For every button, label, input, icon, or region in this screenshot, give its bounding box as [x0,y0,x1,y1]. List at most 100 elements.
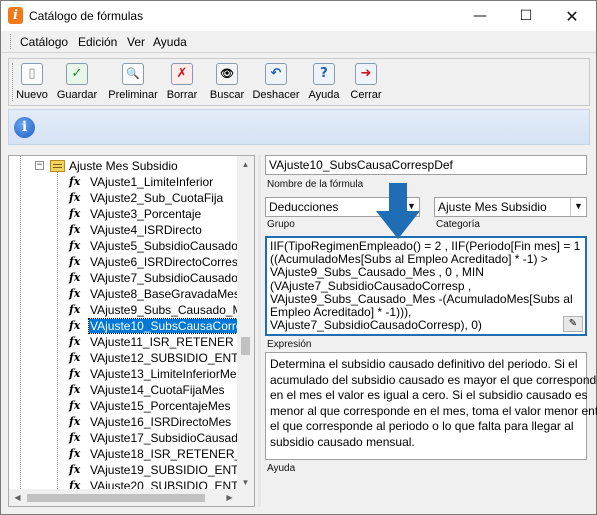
info-bar: i [8,109,590,145]
formula-fx-icon: fx [69,399,81,412]
formula-fx-icon: fx [69,207,81,220]
save-button-label: Guardar [56,89,98,101]
panel-splitter[interactable] [258,155,261,507]
expression-line: VAjuste7_SubsidioCausadoCorresp), 0) [270,319,482,333]
tree-category-label: Ajuste Mes Subsidio [69,159,178,173]
tree-formula-label: VAjuste12_SUBSIDIO_ENTREG [90,351,238,365]
undo-button-label: Deshacer [252,89,300,101]
tree-formula-label: VAjuste10_SubsCausaCorrespD [88,318,238,334]
formula-fx-icon: fx [69,463,81,476]
close-window-button[interactable]: ✕ [549,1,595,31]
undo-button[interactable]: ↶ Deshacer [251,63,301,105]
formula-fx-icon: fx [69,175,81,188]
menu-bar: Catálogo Edición Ver Ayuda [1,31,596,53]
exit-door-icon: ➜ [355,63,377,85]
scroll-right-icon[interactable]: ▶ [221,489,238,506]
formula-fx-icon: fx [69,223,81,236]
tree-formula-label: VAjuste3_Porcentaje [90,207,202,221]
formula-name-caption: Nombre de la fórmula [267,179,364,190]
catalog-window: i Catálogo de fórmulas — ☐ ✕ Catálogo Ed… [0,0,597,515]
tree-formula-label: VAjuste2_Sub_CuotaFija [90,191,224,205]
description-line: en el mes el valor es igual a cero. Si e… [270,388,588,402]
group-caption: Grupo [267,219,295,230]
window-title: Catálogo de fórmulas [29,9,144,23]
tree-formula-label: VAjuste7_SubsidioCausadoCorres [90,271,238,285]
category-select[interactable]: Ajuste Mes Subsidio ▼ [434,197,587,217]
tree-formula-label: VAjuste6_ISRDirectoCorresp [90,255,238,269]
expression-line: (VAjuste7_SubsidioCausadoCorresp , [270,279,472,293]
search-button-label: Buscar [209,89,245,101]
maximize-button[interactable]: ☐ [503,1,549,31]
annotation-arrow-icon [376,183,420,239]
tree-formula-label: VAjuste1_LimiteInferior [90,175,214,189]
formula-fx-icon: fx [69,287,81,300]
expression-builder-icon[interactable]: ✎ [563,316,583,332]
minimize-button[interactable]: — [457,1,503,31]
search-button[interactable]: 👁 Buscar [207,63,247,105]
help-caption: Ayuda [267,463,296,474]
menu-catalogo[interactable]: Catálogo [20,35,68,49]
undo-icon: ↶ [265,63,287,85]
description-line: subsidio causado mensual. [270,434,415,449]
scroll-up-icon[interactable]: ▲ [237,156,254,173]
menu-edicion[interactable]: Edición [78,35,117,49]
tree-formula-label: VAjuste17_SubsidioCausadoMes [90,431,238,445]
preview-button-label: Preliminar [108,89,158,101]
expression-editor[interactable]: IIF(TipoRegimenEmpleado() = 2 , IIF(Peri… [265,236,587,336]
tree-formula-label: VAjuste14_CuotaFijaMes [90,383,225,397]
tree-formula-label: VAjuste18_ISR_RETENER_ME [90,447,238,461]
formula-fx-icon: fx [69,255,81,268]
scroll-left-icon[interactable]: ◀ [9,489,26,506]
delete-button[interactable]: ✗ Borrar [164,63,200,105]
formula-name-field[interactable]: VAjuste10_SubsCausaCorrespDef [265,155,587,175]
formula-fx-icon: fx [69,303,81,316]
help-button[interactable]: ? Ayuda [306,63,342,105]
tree-formula-label: VAjuste16_ISRDirectoMes [90,415,232,429]
menu-ayuda[interactable]: Ayuda [153,35,187,49]
scroll-thumb[interactable] [241,337,250,355]
collapse-toggle[interactable]: − [35,161,44,170]
close-button-label: Cerrar [350,89,382,101]
formula-tree[interactable]: − Ajuste Mes Subsidio fx VAjuste1_LimiteI… [8,155,255,507]
toolbar: ▯ Nuevo ✓ Guardar 🔍 Preliminar ✗ Borrar … [8,58,590,106]
help-description-box[interactable]: Determina el subsidio causado definitivo… [265,352,597,460]
binoculars-icon: 👁 [216,63,238,85]
category-select-value: Ajuste Mes Subsidio [438,200,547,214]
save-button[interactable]: ✓ Guardar [55,63,99,105]
expression-line: VAjuste9_Subs_Causado_Mes , 0 , MIN [270,266,484,280]
group-select-value: Deducciones [269,200,339,214]
tree-formula-label: VAjuste9_Subs_Causado_Mes [90,303,238,317]
menu-grip [10,34,13,49]
tree-guide-line [20,156,21,491]
formula-fx-icon: fx [69,415,81,428]
tree-guide-line [57,172,58,491]
formula-fx-icon: fx [69,271,81,284]
scroll-thumb-horizontal[interactable] [27,494,205,502]
formula-fx-icon: fx [69,383,81,396]
expression-line: ((AcumuladoMes[Subs al Empleo Acreditado… [270,253,548,267]
formula-fx-icon: fx [69,319,81,332]
preview-button[interactable]: 🔍 Preliminar [107,63,159,105]
tree-vertical-scrollbar[interactable]: ▲ ▼ [237,156,254,491]
tree-horizontal-scrollbar[interactable]: ◀ ▶ [9,489,238,506]
formula-fx-icon: fx [69,367,81,380]
category-folder-icon [50,160,65,172]
formula-fx-icon: fx [69,447,81,460]
tree-formula-label: VAjuste11_ISR_RETENER [90,335,234,349]
chevron-down-icon[interactable]: ▼ [570,198,586,216]
delete-x-icon: ✗ [171,63,193,85]
formula-fx-icon: fx [69,351,81,364]
app-logo-icon: i [8,7,23,24]
menu-ver[interactable]: Ver [127,35,145,49]
description-line: el que corresponde al periodo o lo que f… [270,419,574,433]
delete-button-label: Borrar [166,89,198,101]
tree-formula-label: VAjuste8_BaseGravadaMes [90,287,238,301]
info-icon: i [14,117,35,138]
new-button[interactable]: ▯ Nuevo [15,63,49,105]
formula-fx-icon: fx [69,239,81,252]
new-button-label: Nuevo [16,89,48,101]
close-button[interactable]: ➜ Cerrar [347,63,385,105]
formula-fx-icon: fx [69,431,81,444]
expression-caption: Expresión [267,339,312,350]
new-document-icon: ▯ [21,63,43,85]
